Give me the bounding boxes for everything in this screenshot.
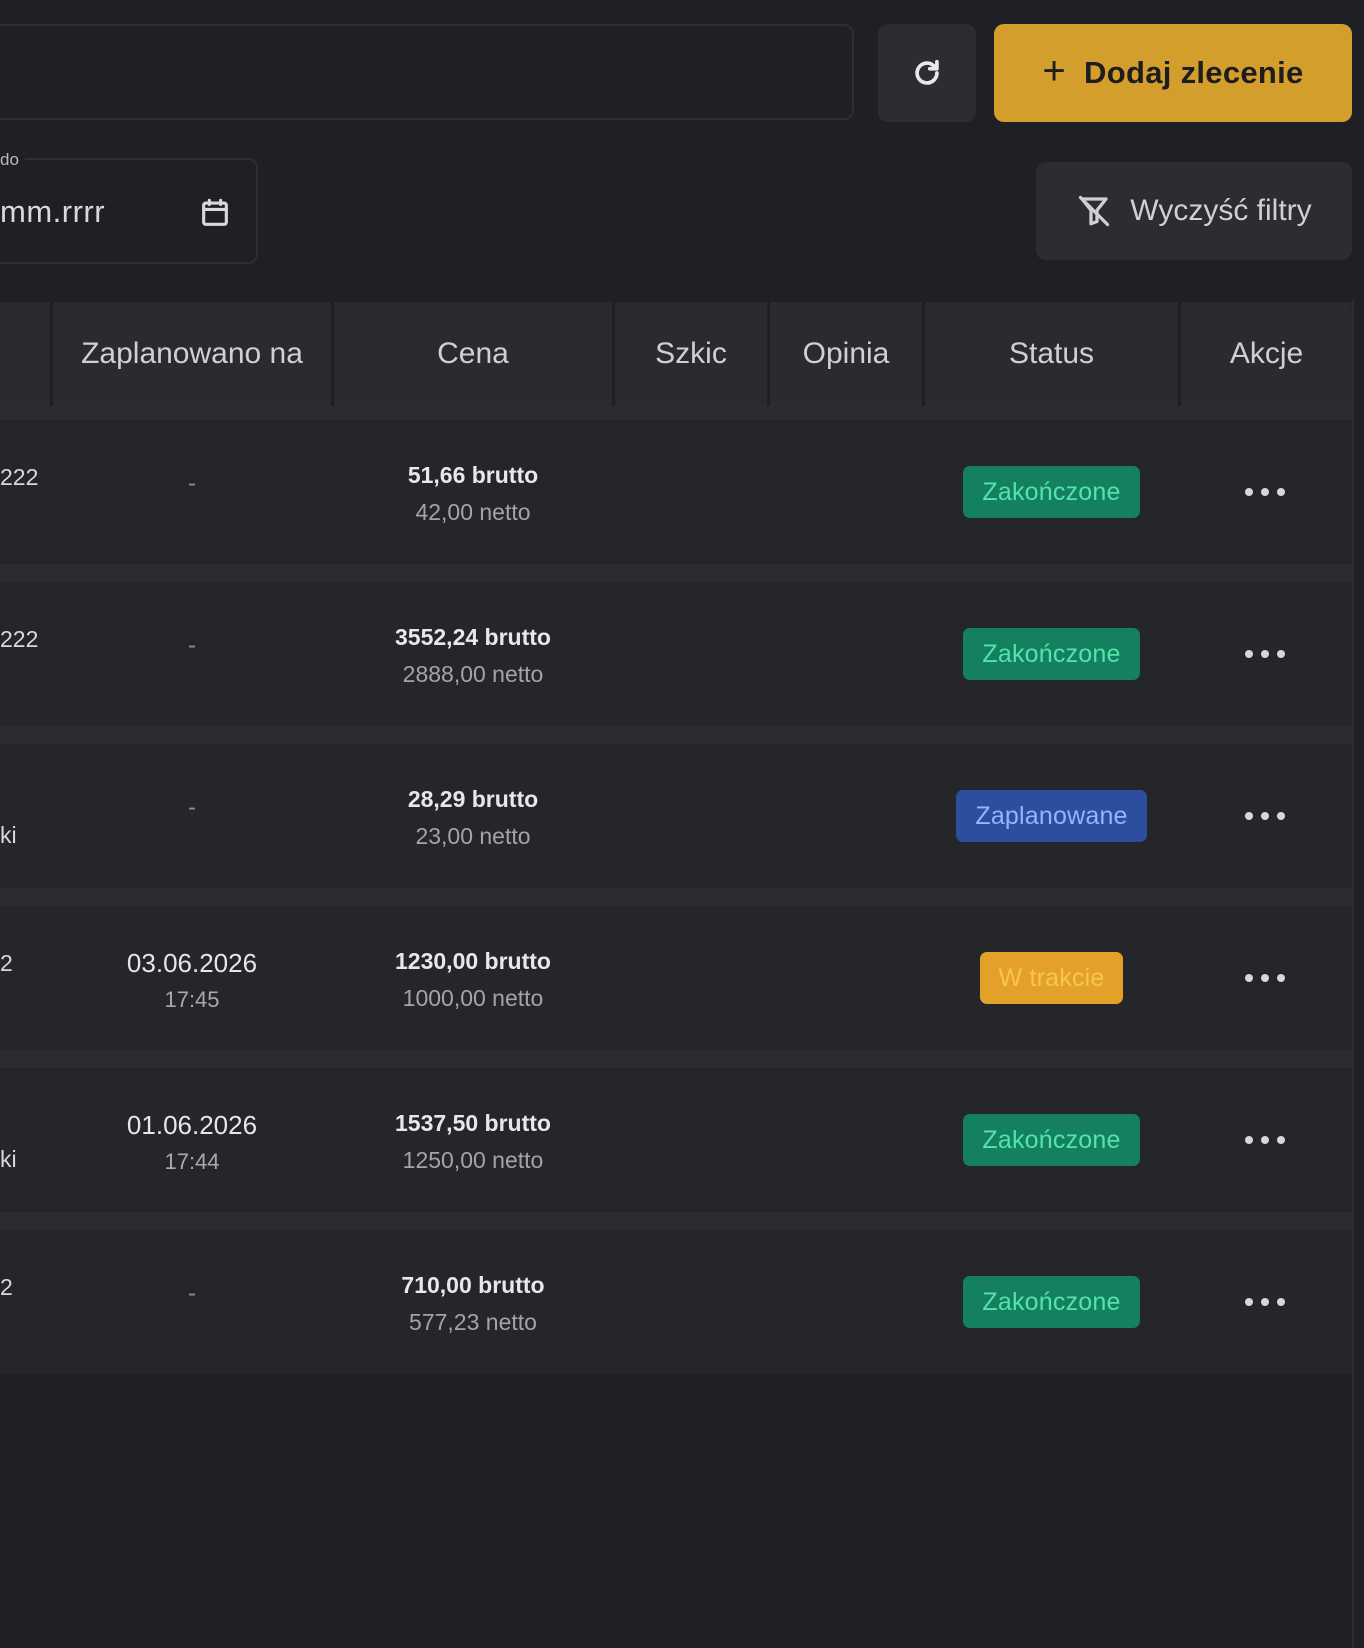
column-header-review[interactable]: Opinia [770,302,922,406]
table-row[interactable]: ki 01.06.2026 17:44 1537,50 brutto 1250,… [0,1068,1352,1212]
column-header-actions: Akcje [1229,337,1304,370]
panel-edge [1352,300,1354,1648]
column-header-price[interactable]: Cena [334,302,612,406]
column-header-draft[interactable]: Szkic [615,302,767,406]
cell-price-brutto: 3552,24 brutto [395,624,551,650]
status-badge: Zakończone [963,628,1140,680]
cell-price-brutto: 1537,50 brutto [395,1110,551,1136]
plus-icon: + [1042,49,1067,93]
cell-price-netto: 1000,00 netto [402,985,544,1011]
cell-scheduled: - [188,1280,196,1307]
more-horizontal-icon[interactable] [1245,1130,1285,1150]
more-horizontal-icon[interactable] [1245,482,1285,502]
filter-off-icon [1079,195,1110,227]
column-header-scheduled[interactable]: Zaplanowano na [53,302,331,406]
cell-price-brutto: 710,00 brutto [401,1272,545,1298]
row-divider [0,564,1352,582]
row-divider [0,726,1352,744]
table-row[interactable]: 222 - 3552,24 brutto 2888,00 netto Zakoń… [0,582,1352,726]
column-header-status[interactable]: Status [925,302,1178,406]
cell-price-brutto: 1230,00 brutto [395,948,551,974]
cell-fragment: 2 [0,1274,13,1300]
cell-price-netto: 23,00 netto [415,823,531,849]
row-divider [0,1050,1352,1068]
cell-price-netto: 2888,00 netto [402,661,544,687]
row-divider [0,888,1352,906]
cell-price-netto: 1250,00 netto [402,1147,544,1173]
refresh-button[interactable] [878,24,976,122]
cell-scheduled: - [188,794,196,821]
more-horizontal-icon[interactable] [1245,806,1285,826]
status-badge: W trakcie [979,952,1124,1004]
clear-filters-label: Wyczyść filtry [1130,194,1312,227]
cell-fragment: ki [0,822,17,848]
search-input[interactable] [0,24,854,120]
orders-page: + Dodaj zlecenie do mm.rrrr Wyczyść filt… [0,0,1364,1648]
cell-scheduled-time: 17:44 [164,1149,220,1174]
add-order-button[interactable]: + Dodaj zlecenie [994,24,1352,122]
cell-fragment: ki [0,1146,17,1172]
cell-fragment: 222 [0,626,39,652]
more-horizontal-icon[interactable] [1245,968,1285,988]
add-order-label: Dodaj zlecenie [1084,55,1304,90]
status-badge: Zakończone [963,1114,1140,1166]
cell-scheduled-date: 01.06.2026 [126,1110,258,1140]
status-badge: Zakończone [963,1276,1140,1328]
status-badge: Zakończone [963,466,1140,518]
table-header: Zaplanowano na Cena Szkic Opinia Status … [0,302,1352,406]
cell-fragment: 222 [0,464,39,490]
clear-filters-button[interactable]: Wyczyść filtry [1036,162,1352,260]
table-row[interactable]: 222 - 51,66 brutto 42,00 netto Zakończon… [0,420,1352,564]
cell-scheduled: - [188,632,196,659]
cell-price-netto: 577,23 netto [409,1309,537,1335]
cell-fragment: 2 [0,950,13,976]
calendar-icon[interactable] [198,196,232,230]
table-row[interactable]: ki - 28,29 brutto 23,00 netto Zaplanowan… [0,744,1352,888]
orders-table: Zaplanowano na Cena Szkic Opinia Status … [0,302,1352,1374]
status-badge: Zaplanowane [956,790,1147,842]
row-divider [0,1212,1352,1230]
cell-scheduled-time: 17:45 [164,987,220,1012]
cell-price-netto: 42,00 netto [415,499,531,525]
cell-price-brutto: 28,29 brutto [407,786,539,812]
cell-price-brutto: 51,66 brutto [407,462,539,488]
date-to-value[interactable]: mm.rrrr [0,194,105,230]
cell-scheduled: - [188,470,196,497]
table-row[interactable]: 2 03.06.2026 17:45 1230,00 brutto 1000,0… [0,906,1352,1050]
date-to-legend: do [0,150,25,170]
table-row[interactable]: 2 - 710,00 brutto 577,23 netto Zakończon… [0,1230,1352,1374]
more-horizontal-icon[interactable] [1245,1292,1285,1312]
refresh-icon [915,59,939,85]
cell-scheduled-date: 03.06.2026 [126,948,258,978]
more-horizontal-icon[interactable] [1245,644,1285,664]
